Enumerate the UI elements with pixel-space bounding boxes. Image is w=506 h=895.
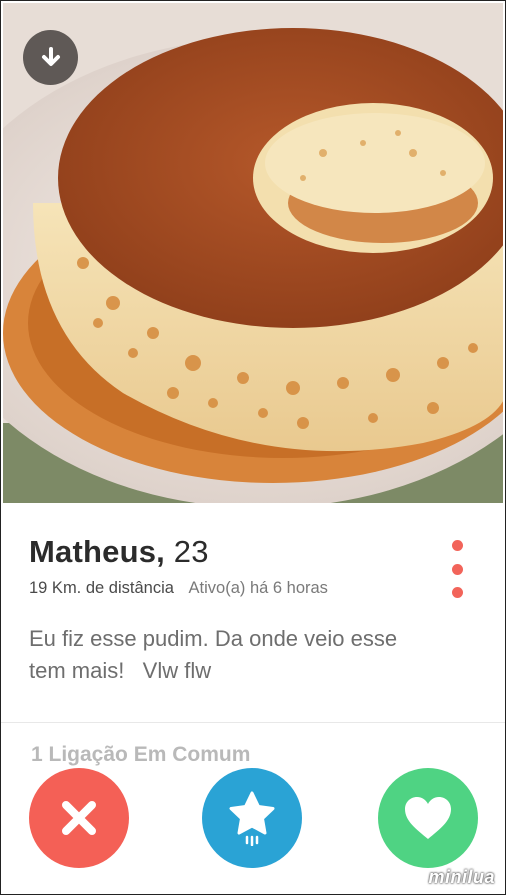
super-like-button[interactable]: [202, 768, 302, 868]
heart-icon: [405, 797, 451, 839]
vertical-dots-icon: [451, 540, 463, 551]
vertical-dots-icon: [451, 587, 463, 598]
mutual-connections[interactable]: 1 Ligação Em Comum: [31, 743, 250, 767]
download-arrow-icon: [41, 46, 60, 66]
watermark-logo: minilua: [428, 867, 495, 887]
section-divider: [1, 722, 505, 723]
star-icon: [229, 791, 275, 846]
active-status-text: Ativo(a) há 6 horas: [188, 579, 328, 597]
profile-name-age: Matheus, 23: [29, 534, 209, 570]
vertical-dots-icon: [451, 563, 463, 575]
more-options-button[interactable]: [442, 540, 472, 598]
bio-line: tem mais! Vlw flw: [29, 658, 212, 683]
like-button[interactable]: [378, 768, 478, 868]
profile-card: Matheus, 23 19 Km. de distância Ativo(a)…: [0, 0, 506, 895]
profile-name: Matheus,: [29, 534, 165, 569]
profile-age: 23: [173, 534, 209, 569]
profile-meta: 19 Km. de distância Ativo(a) há 6 horas: [29, 579, 328, 598]
profile-bio: Eu fiz esse pudim. Da onde veio esse tem…: [29, 623, 479, 687]
nope-button[interactable]: [29, 768, 129, 868]
pudding-photo-illustration: [3, 3, 503, 503]
bio-line: Eu fiz esse pudim. Da onde veio esse: [29, 626, 398, 651]
distance-text: 19 Km. de distância: [29, 579, 174, 597]
download-button[interactable]: [23, 30, 78, 85]
profile-photo[interactable]: [3, 3, 503, 503]
x-icon: [62, 801, 96, 835]
